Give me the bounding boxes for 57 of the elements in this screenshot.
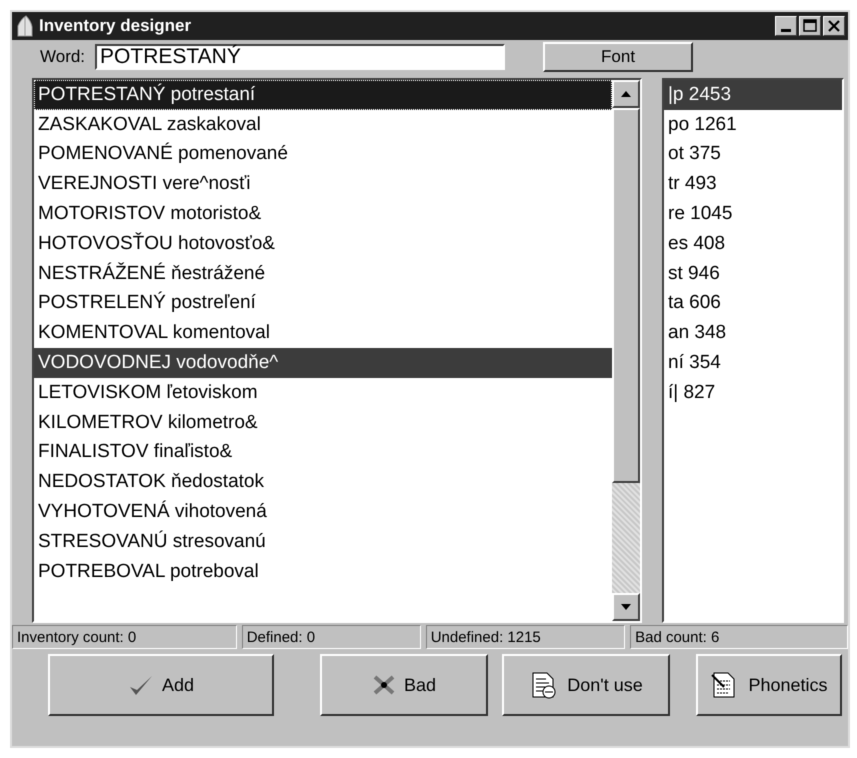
status-panel: Undefined: 1215 bbox=[426, 625, 626, 649]
status-panel: Defined: 0 bbox=[242, 625, 421, 649]
app-icon bbox=[15, 15, 35, 37]
list-item[interactable]: ní 354 bbox=[664, 348, 842, 378]
list-item[interactable]: POMENOVANÉ pomenované bbox=[34, 140, 612, 170]
list-item[interactable]: VYHOTOVENÁ vihotovená bbox=[34, 497, 612, 527]
list-item[interactable]: HOTOVOSŤOU hotovosťo& bbox=[34, 228, 612, 259]
scroll-thumb[interactable] bbox=[612, 108, 640, 483]
toolbar-button[interactable]: Phonetics bbox=[696, 654, 842, 716]
list-item[interactable]: NESTRÁŽENÉ ňestrážené bbox=[34, 258, 612, 289]
list-item[interactable]: í| 827 bbox=[664, 378, 842, 408]
list-item[interactable]: FINALISTOV finaľisto& bbox=[34, 438, 612, 468]
list-item[interactable]: MOTORISTOV motoristo& bbox=[34, 199, 612, 229]
list-item[interactable]: |p 2453 bbox=[664, 80, 842, 110]
scroll-up-button[interactable] bbox=[612, 80, 640, 108]
minimize-icon bbox=[781, 29, 791, 32]
list-item[interactable]: LETOVISKOM ľetoviskom bbox=[34, 378, 612, 408]
word-label: Word: bbox=[40, 47, 86, 67]
close-icon bbox=[825, 18, 843, 34]
toolbar-button[interactable]: Don't use bbox=[502, 654, 670, 716]
list-item[interactable]: es 408 bbox=[664, 228, 842, 259]
list-item[interactable]: po 1261 bbox=[664, 110, 842, 140]
window-title: Inventory designer bbox=[39, 16, 192, 36]
word-field[interactable]: POTRESTANÝ bbox=[95, 44, 506, 70]
list-item[interactable]: POTREBOVAL potreboval bbox=[34, 556, 612, 587]
list-item[interactable]: tr 493 bbox=[664, 169, 842, 200]
maximize-button[interactable] bbox=[799, 16, 821, 36]
list-item[interactable]: NEDOSTATOK ňedostatok bbox=[34, 467, 612, 498]
list-item[interactable]: an 348 bbox=[664, 318, 842, 348]
minimize-button[interactable] bbox=[775, 16, 797, 36]
up-arrow-icon bbox=[620, 90, 632, 98]
list-item[interactable]: st 946 bbox=[664, 258, 842, 289]
status-panel: Inventory count: 0 bbox=[12, 625, 237, 649]
close-button[interactable] bbox=[823, 16, 845, 36]
phoneme-list[interactable]: |p 2453 po 1261 ot 375 tr 493 re 1045 es 408 st 946 ta 606 an 348 ní 354 í| 827 bbox=[662, 78, 844, 623]
list-item[interactable]: KILOMETROV kilometro& bbox=[34, 408, 612, 438]
list-item[interactable]: KOMENTOVAL komentoval bbox=[34, 318, 612, 348]
list-item[interactable]: ot 375 bbox=[664, 140, 842, 170]
check-icon bbox=[128, 673, 154, 697]
word-list[interactable] bbox=[32, 78, 642, 623]
toolbar-button[interactable]: Bad bbox=[320, 654, 488, 716]
list-item[interactable]: STRESOVANÚ stresovanú bbox=[34, 526, 612, 557]
cross-icon bbox=[372, 673, 396, 697]
list-item[interactable]: POTRESTANÝ potrestaní bbox=[34, 80, 612, 110]
scroll-down-button[interactable] bbox=[612, 593, 640, 621]
list-item[interactable]: ta 606 bbox=[664, 288, 842, 318]
down-arrow-icon bbox=[620, 603, 632, 611]
maximize-icon bbox=[801, 18, 819, 34]
list-item[interactable]: POSTRELENÝ postreľení bbox=[34, 288, 612, 318]
scrollbar[interactable] bbox=[612, 80, 640, 621]
list-item[interactable]: VODOVODNEJ vodovodňe^ bbox=[34, 348, 612, 378]
font-button[interactable]: Font bbox=[543, 42, 694, 72]
list-item[interactable]: re 1045 bbox=[664, 199, 842, 229]
list-item[interactable]: ZASKAKOVAL zaskakoval bbox=[34, 110, 612, 140]
list-item[interactable]: VEREJNOSTI vere^nosťi bbox=[34, 169, 612, 200]
add-button[interactable]: Add bbox=[48, 654, 274, 716]
status-panel: Bad count: 6 bbox=[630, 625, 848, 649]
